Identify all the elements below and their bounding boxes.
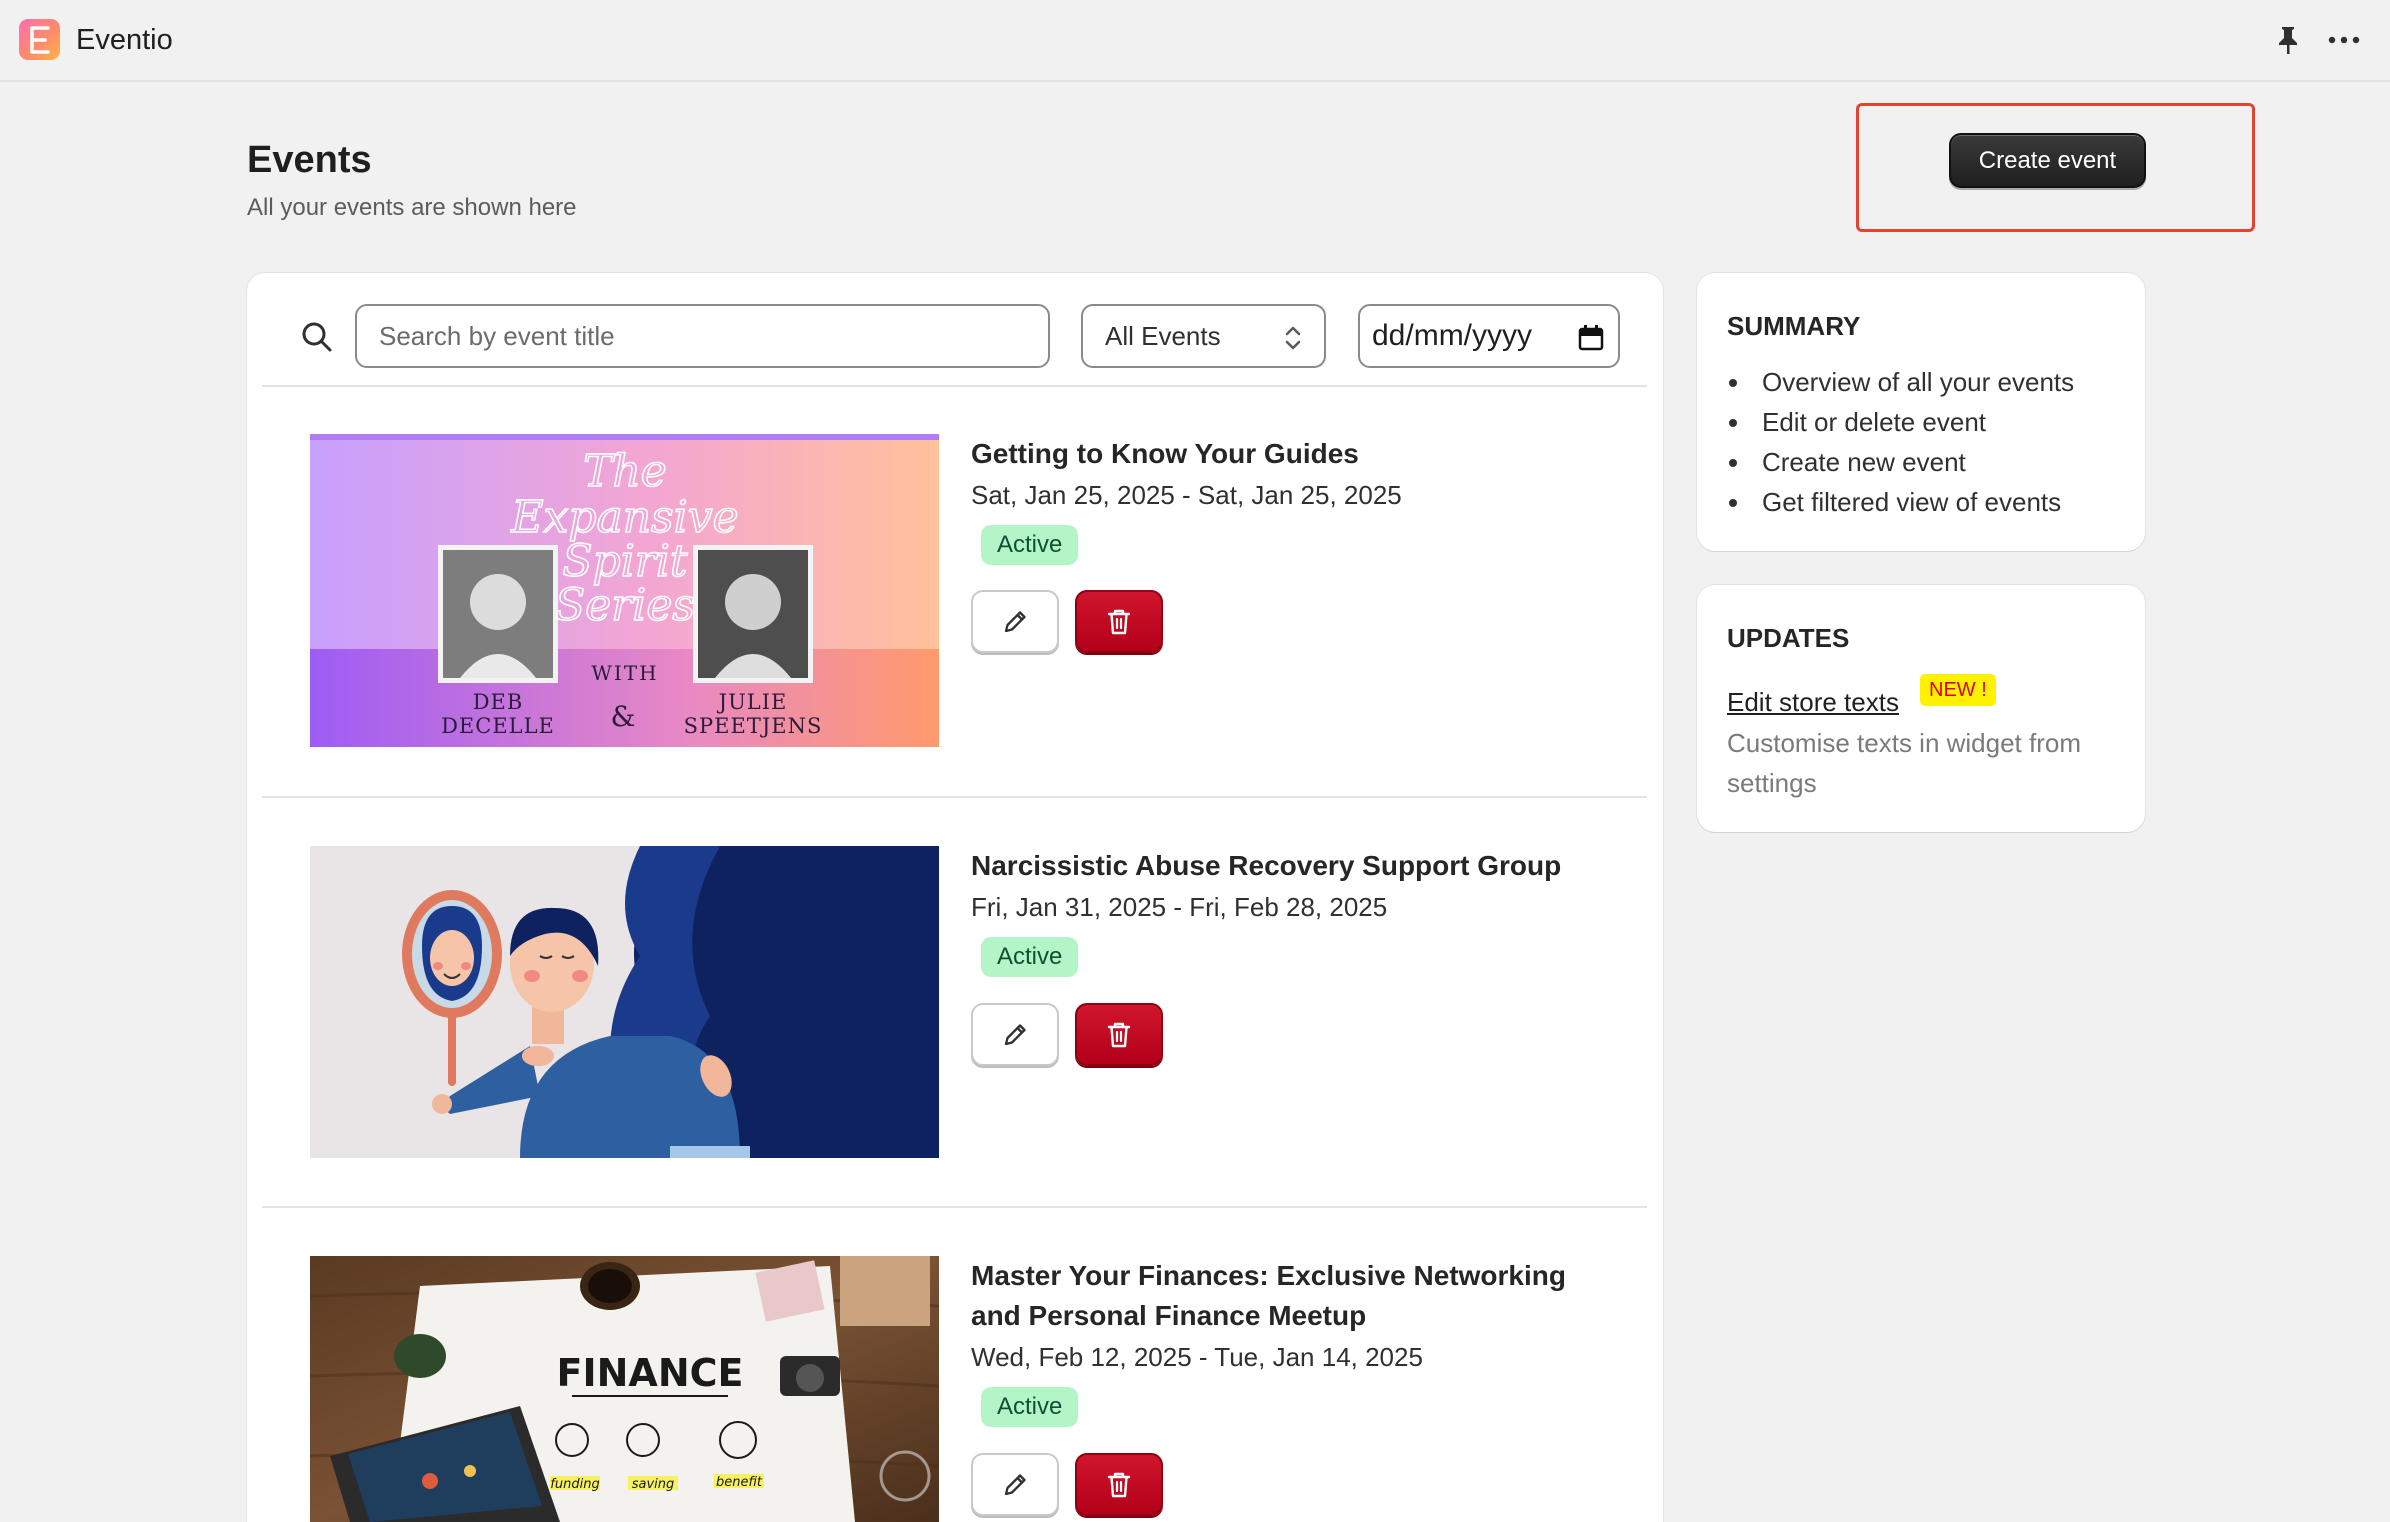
banner-finance-heading: FINANCE: [557, 1351, 744, 1395]
banner-with: WITH: [591, 661, 658, 685]
banner-amp: &: [611, 700, 636, 733]
more-options-icon[interactable]: [2324, 22, 2364, 58]
event-type-selected: All Events: [1105, 320, 1221, 351]
edit-event-button[interactable]: [971, 1003, 1059, 1066]
delete-event-button[interactable]: [1075, 590, 1163, 653]
event-dates: Wed, Feb 12, 2025 - Tue, Jan 14, 2025: [971, 1342, 1423, 1372]
event-thumbnail: The Expansive Spirit Series WITH DEB DEC…: [310, 434, 939, 747]
banner-label-saving: saving: [632, 1477, 675, 1492]
select-chevrons-icon: [1285, 326, 1301, 350]
banner-title-line4: Series: [555, 580, 695, 631]
delete-event-button[interactable]: [1075, 1003, 1163, 1066]
app-name: Eventio: [76, 24, 173, 56]
update-description: Customise texts in widget from settings: [1727, 728, 2082, 798]
divider: [262, 1206, 1647, 1208]
pin-icon[interactable]: [2270, 22, 2306, 58]
event-title-line2: and Personal Finance Meetup: [971, 1300, 1367, 1331]
page-subtitle: All your events are shown here: [247, 194, 577, 221]
pencil-icon: [1004, 1023, 1026, 1045]
updates-heading: UPDATES: [1727, 623, 1850, 653]
divider: [262, 385, 1647, 387]
event-thumbnail: [310, 846, 939, 1158]
event-dates: Sat, Jan 25, 2025 - Sat, Jan 25, 2025: [971, 480, 1402, 510]
banner-title-line1: The: [583, 446, 667, 497]
calendar-icon[interactable]: [1578, 324, 1604, 352]
delete-event-button[interactable]: [1075, 1453, 1163, 1516]
updates-card: UPDATES Edit store texts NEW ! Customise…: [1697, 585, 2145, 832]
event-title[interactable]: Getting to Know Your Guides: [971, 434, 1611, 474]
status-badge: Active: [981, 1387, 1079, 1427]
date-placeholder: dd/mm/yyyy: [1372, 319, 1533, 352]
trash-icon: [1107, 1472, 1131, 1497]
summary-card: SUMMARY Overview of all your events Edit…: [1697, 273, 2145, 551]
summary-item: Create new event: [1727, 442, 2074, 482]
banner-label-funding: funding: [550, 1477, 599, 1492]
app-logo-icon: [19, 19, 60, 60]
banner-right-name-1: JULIE: [717, 690, 788, 714]
edit-event-button[interactable]: [971, 590, 1059, 653]
banner-left-name-2: DECELLE: [441, 714, 555, 738]
edit-store-texts-link[interactable]: Edit store texts: [1727, 684, 1899, 720]
search-icon: [302, 322, 332, 352]
event-title[interactable]: Master Your Finances: Exclusive Networki…: [971, 1256, 1611, 1336]
summary-heading: SUMMARY: [1727, 311, 1861, 341]
event-title-line1: Master Your Finances: Exclusive Networki…: [971, 1260, 1566, 1291]
divider: [262, 796, 1647, 798]
pencil-icon: [1004, 1473, 1026, 1495]
event-type-select[interactable]: All Events: [1081, 304, 1326, 368]
summary-list: Overview of all your events Edit or dele…: [1727, 362, 2074, 522]
banner-right-name-2: SPEETJENS: [684, 714, 823, 738]
banner-label-benefit: benefit: [716, 1475, 763, 1490]
summary-item: Get filtered view of events: [1727, 482, 2074, 522]
event-thumbnail: FINANCE funding saving benefit: [310, 1256, 939, 1522]
app-topbar: Eventio: [0, 0, 2390, 82]
status-badge: Active: [981, 937, 1079, 977]
pencil-icon: [1004, 610, 1026, 632]
new-badge: NEW !: [1920, 674, 1996, 706]
summary-item: Overview of all your events: [1727, 362, 2074, 402]
edit-event-button[interactable]: [971, 1453, 1059, 1516]
summary-item: Edit or delete event: [1727, 402, 2074, 442]
event-dates: Fri, Jan 31, 2025 - Fri, Feb 28, 2025: [971, 892, 1388, 922]
status-badge: Active: [981, 525, 1079, 565]
date-filter-input[interactable]: dd/mm/yyyy: [1358, 304, 1620, 368]
trash-icon: [1107, 609, 1131, 634]
banner-left-name-1: DEB: [473, 690, 524, 714]
trash-icon: [1107, 1022, 1131, 1047]
page-title: Events: [247, 139, 372, 181]
search-input[interactable]: [355, 304, 1050, 368]
event-title[interactable]: Narcissistic Abuse Recovery Support Grou…: [971, 846, 1611, 886]
create-event-button[interactable]: Create event: [1949, 133, 2146, 188]
